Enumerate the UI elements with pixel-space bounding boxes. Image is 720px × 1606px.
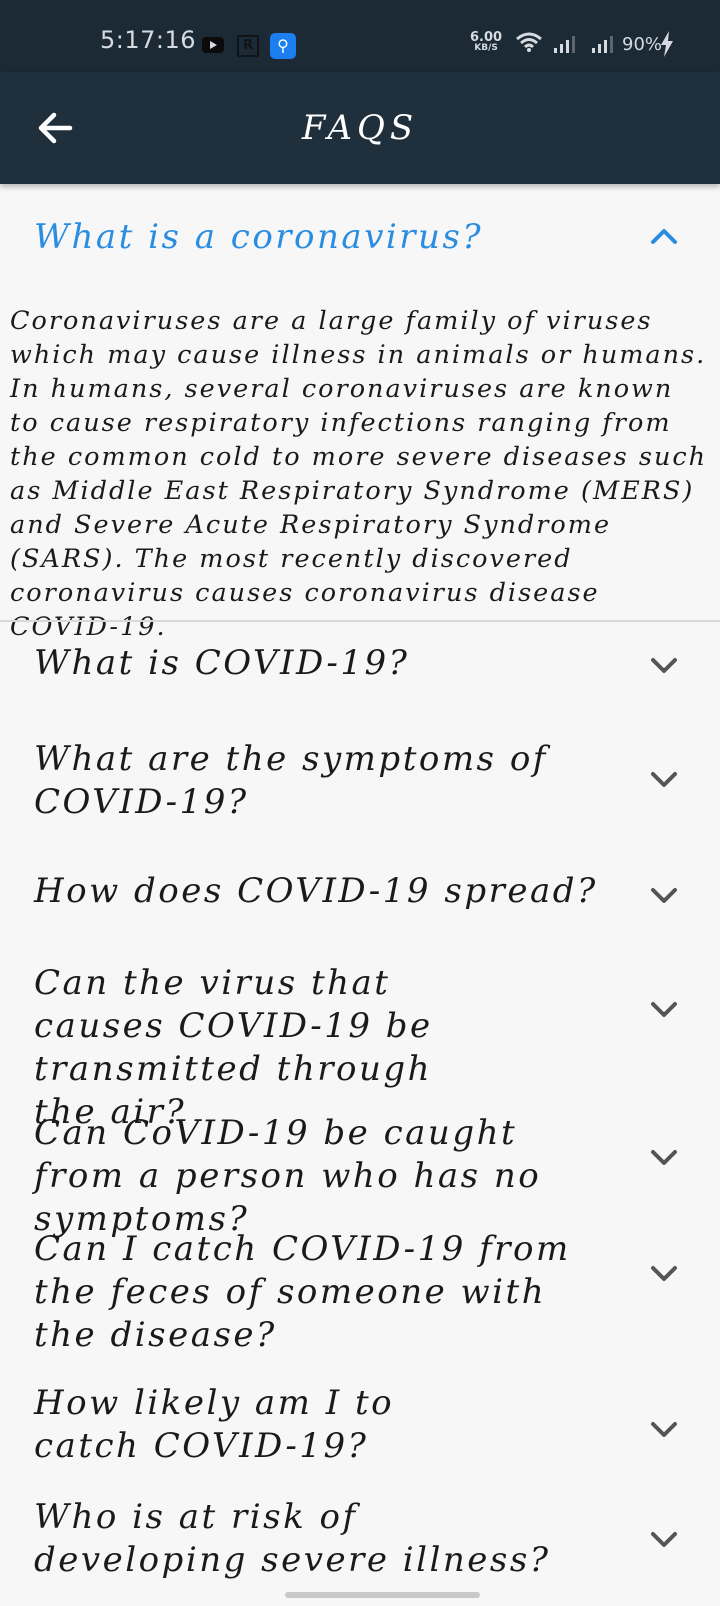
faq-question: What is a coronavirus? [34, 217, 484, 257]
faq-item[interactable]: How likely am I to catch COVID-19? [0, 1374, 720, 1490]
chevron-down-icon[interactable] [650, 886, 678, 906]
usb-icon: ⚲ [270, 33, 296, 59]
faq-answer: Coronaviruses are a large family of viru… [10, 306, 708, 642]
page-title: FAQS [301, 108, 419, 148]
faq-question: Who is at risk of developing severe illn… [34, 1497, 551, 1580]
chevron-down-icon[interactable] [650, 1420, 678, 1440]
chevron-down-icon[interactable] [650, 770, 678, 790]
faq-question: How does COVID-19 spread? [34, 871, 598, 911]
faq-question: Can I catch COVID-19 from the feces of s… [34, 1229, 571, 1355]
charging-bolt-icon [661, 31, 673, 57]
faq-item[interactable]: Who is at risk of developing severe illn… [0, 1490, 720, 1606]
signal-icon [554, 36, 575, 53]
chevron-down-icon[interactable] [650, 1000, 678, 1020]
faq-item-expanded[interactable]: What is a coronavirus? [0, 184, 720, 300]
youtube-icon [202, 37, 224, 53]
status-bar: 5:17:16 R ⚲ 6.00 KB/S 90% [0, 0, 720, 72]
chevron-down-icon[interactable] [650, 1264, 678, 1284]
faq-item[interactable]: Can CoVID-19 be caught from a person who… [0, 1102, 720, 1239]
faq-item[interactable]: Can I catch COVID-19 from the feces of s… [0, 1218, 720, 1374]
faq-question: How likely am I to catch COVID-19? [34, 1383, 395, 1466]
battery-percent: 90% [622, 34, 663, 55]
status-time: 5:17:16 [100, 26, 197, 54]
faq-item[interactable]: How does COVID-19 spread? [0, 852, 720, 952]
chevron-down-icon[interactable] [650, 1530, 678, 1550]
scroll-indicator [285, 1592, 480, 1598]
faq-question: What are the symptoms of COVID-19? [34, 739, 548, 822]
faq-item[interactable]: What are the symptoms of COVID-19? [0, 722, 720, 852]
chevron-down-icon[interactable] [650, 1148, 678, 1168]
chevron-down-icon[interactable] [650, 656, 678, 676]
net-speed: 6.00 KB/S [470, 30, 503, 54]
faq-question: What is COVID-19? [34, 643, 410, 683]
signal-icon [592, 36, 613, 53]
net-speed-value: 6.00 [470, 30, 503, 45]
app-bar: FAQS [0, 72, 720, 184]
faq-item[interactable]: What is COVID-19? [0, 622, 720, 722]
r-app-icon: R [237, 35, 259, 57]
net-speed-unit: KB/S [474, 43, 498, 53]
wifi-icon [516, 32, 542, 52]
chevron-up-icon[interactable] [650, 226, 678, 246]
faq-item[interactable]: Can the virus that causes COVID-19 be tr… [0, 952, 720, 1132]
